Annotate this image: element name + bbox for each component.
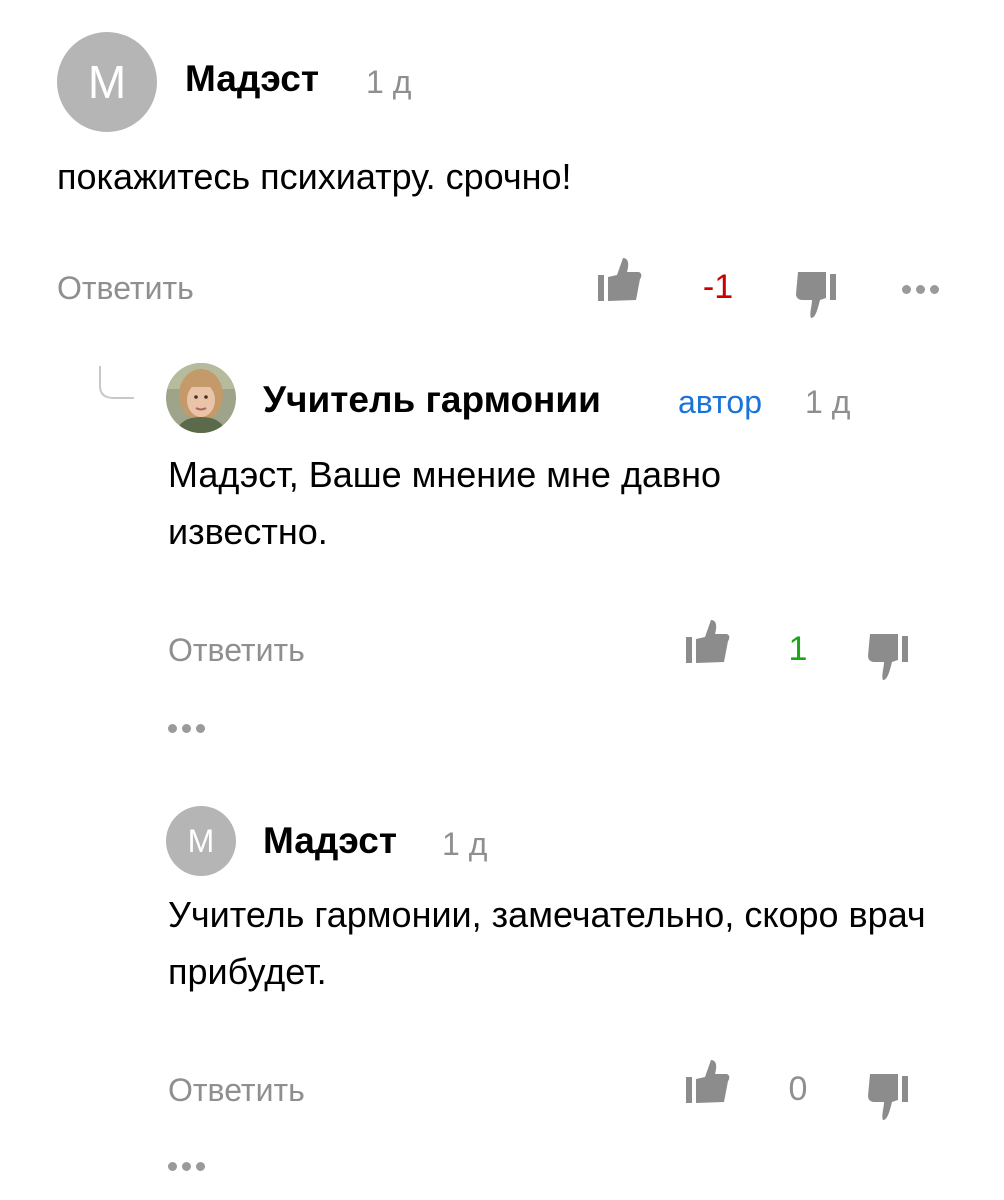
- author-badge: автор: [678, 384, 762, 420]
- score-value: -1: [702, 268, 734, 306]
- score-value: 1: [788, 630, 808, 668]
- thumbs-down-icon[interactable]: [796, 272, 838, 320]
- more-dots-icon[interactable]: [168, 1162, 205, 1171]
- comment-time: 1 д: [366, 64, 412, 100]
- avatar[interactable]: М: [166, 806, 236, 876]
- thumbs-up-icon[interactable]: [686, 617, 730, 665]
- author-name[interactable]: Мадэст: [263, 820, 397, 862]
- thumbs-down-icon[interactable]: [868, 1074, 910, 1122]
- comment-text: Мадэст, Ваше мнение мне давно известно.: [168, 454, 722, 552]
- thread-branch-icon: [99, 366, 134, 399]
- thumbs-down-icon[interactable]: [868, 634, 910, 682]
- more-dots-icon[interactable]: [902, 285, 939, 294]
- comment-text: покажитесь психиатру. срочно!: [57, 156, 572, 197]
- thumbs-up-icon[interactable]: [686, 1057, 730, 1105]
- thumbs-up-icon[interactable]: [598, 255, 642, 303]
- avatar[interactable]: М: [57, 32, 157, 132]
- author-name[interactable]: Мадэст: [185, 58, 319, 100]
- comment-text: Учитель гармонии, замечательно, скоро вр…: [168, 894, 926, 992]
- score-value: 0: [788, 1070, 808, 1108]
- reply-button[interactable]: Ответить: [57, 270, 194, 307]
- reply-button[interactable]: Ответить: [168, 632, 305, 669]
- more-dots-icon[interactable]: [168, 724, 205, 733]
- comment-time: 1 д: [442, 826, 488, 862]
- author-name[interactable]: Учитель гармонии: [263, 379, 601, 421]
- avatar[interactable]: [166, 363, 236, 433]
- comment-time: 1 д: [805, 384, 851, 420]
- reply-button[interactable]: Ответить: [168, 1072, 305, 1109]
